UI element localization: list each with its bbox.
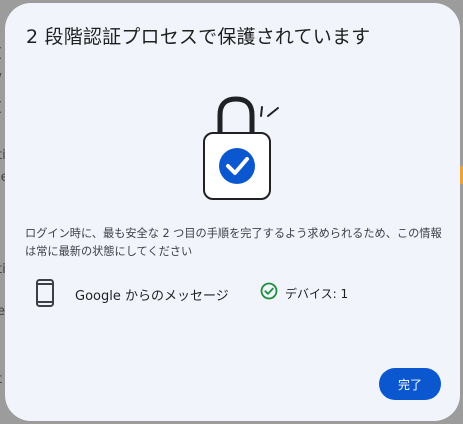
done-button[interactable]: 完了 bbox=[379, 368, 441, 400]
two-step-verification-dialog: 2 段階認証プロセスで保護されています ログイン時に、最も安全な 2 つ目の手順… bbox=[5, 3, 460, 421]
dialog-description: ログイン時に、最も安全な 2 つ目の手順を完了するよう求められるため、この情報は… bbox=[25, 227, 442, 258]
background-text-fragment: / bbox=[0, 72, 1, 87]
padlock-illustration bbox=[203, 96, 279, 200]
device-count-label: デバイス: 1 bbox=[285, 287, 349, 301]
dialog-title: 2 段階認証プロセスで保護されています bbox=[26, 26, 371, 48]
method-sender-label: Google からのメッセージ bbox=[75, 289, 229, 304]
verification-method-row: Google からのメッセージ デバイス: 1 bbox=[29, 275, 439, 311]
background-text-fragment: ( bbox=[0, 46, 2, 61]
check-circle-icon bbox=[260, 282, 278, 300]
background-text-fragment: ( bbox=[0, 100, 2, 115]
background-text-fragment: t bbox=[0, 372, 2, 387]
phone-icon bbox=[36, 279, 54, 307]
